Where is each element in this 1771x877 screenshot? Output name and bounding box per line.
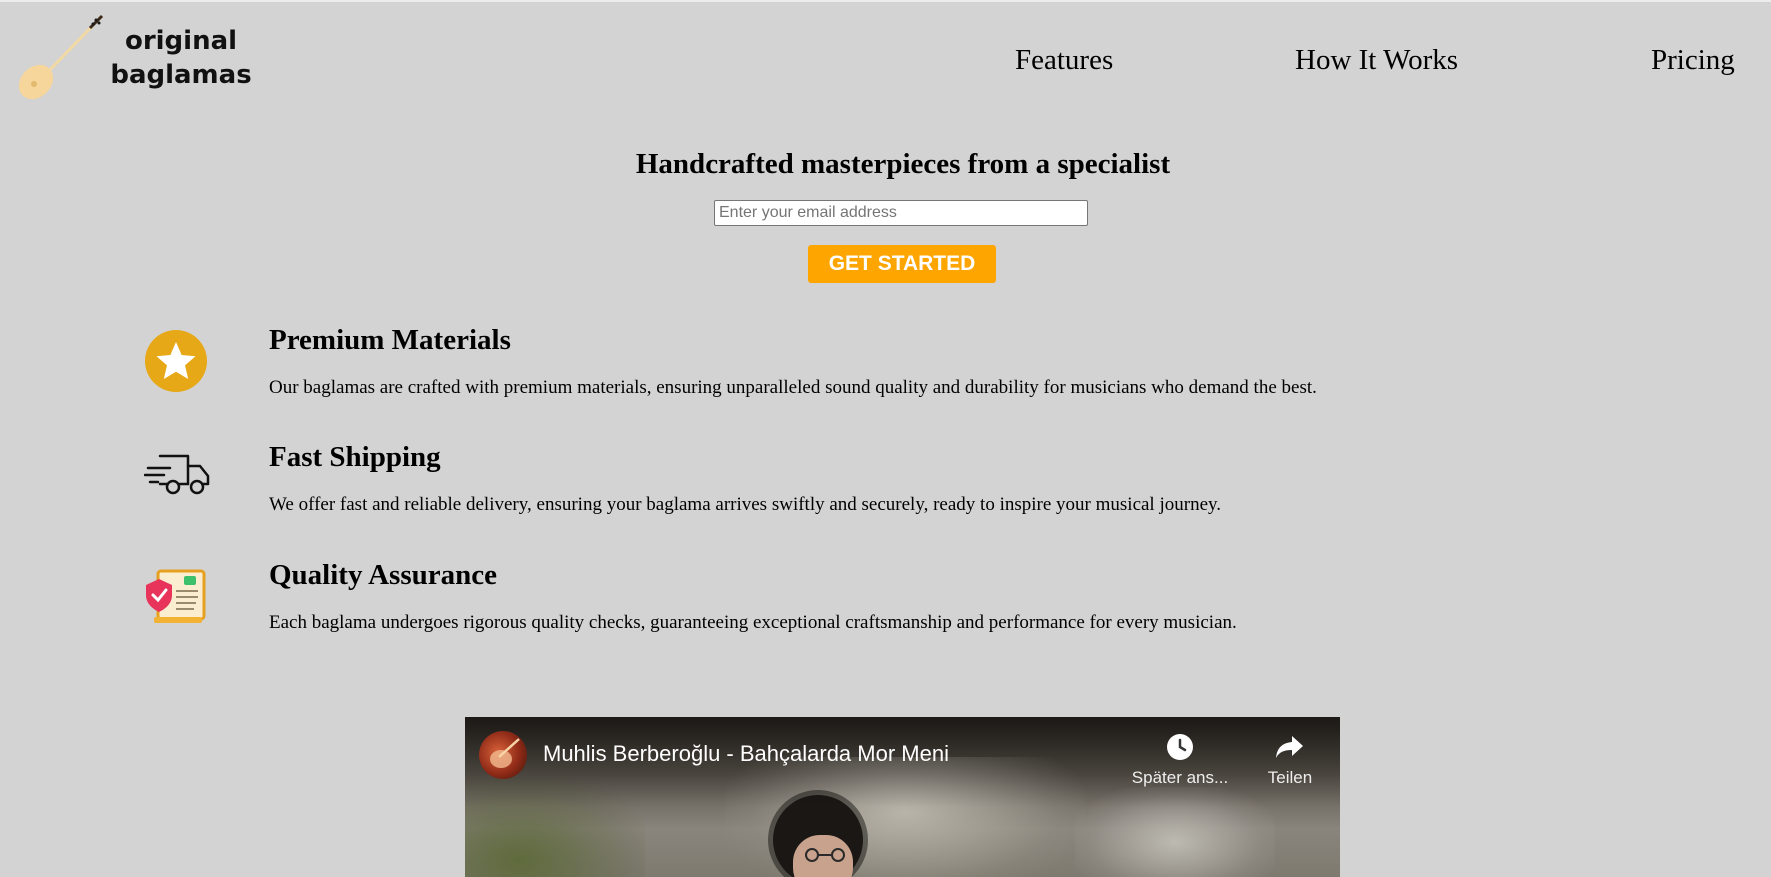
feature-title: Fast Shipping [269,441,441,473]
delivery-truck-icon [143,452,210,503]
feature-description: We offer fast and reliable delivery, ens… [269,494,1222,515]
feature-title: Premium Materials [269,324,511,356]
share-icon [1276,736,1303,758]
nav-link-how-it-works[interactable]: How It Works [1295,42,1458,78]
email-input[interactable] [714,200,1088,226]
video-title[interactable]: Muhlis Berberoğlu - Bahçalarda Mor Meni [543,741,949,767]
share-label: Teilen [1267,768,1313,787]
feature-title: Quality Assurance [269,559,497,591]
quality-certificate-icon [144,567,208,630]
nav-link-features[interactable]: Features [1015,42,1113,78]
brand-name[interactable]: original baglamas [110,24,252,92]
brand-name-line2: baglamas [110,60,252,90]
channel-avatar[interactable] [479,731,527,779]
share-button[interactable]: Teilen [1255,733,1325,788]
get-started-button[interactable]: GET STARTED [808,245,996,283]
baglama-logo-icon[interactable] [14,14,106,111]
watch-later-label: Später ans... [1131,768,1229,787]
feature-description: Our baglamas are crafted with premium ma… [269,377,1317,398]
top-border [0,0,1771,2]
clock-icon [1167,734,1193,760]
video-embed[interactable]: Muhlis Berberoğlu - Bahçalarda Mor Meni … [465,717,1340,877]
nav-link-pricing[interactable]: Pricing [1651,42,1735,78]
feature-description: Each baglama undergoes rigorous quality … [269,612,1237,633]
video-person-glasses [805,848,845,862]
brand-name-line1: original [124,26,238,56]
watch-later-button[interactable]: Später ans... [1125,733,1235,788]
hero-title: Handcrafted masterpieces from a speciali… [635,148,1171,180]
star-icon [144,329,208,398]
